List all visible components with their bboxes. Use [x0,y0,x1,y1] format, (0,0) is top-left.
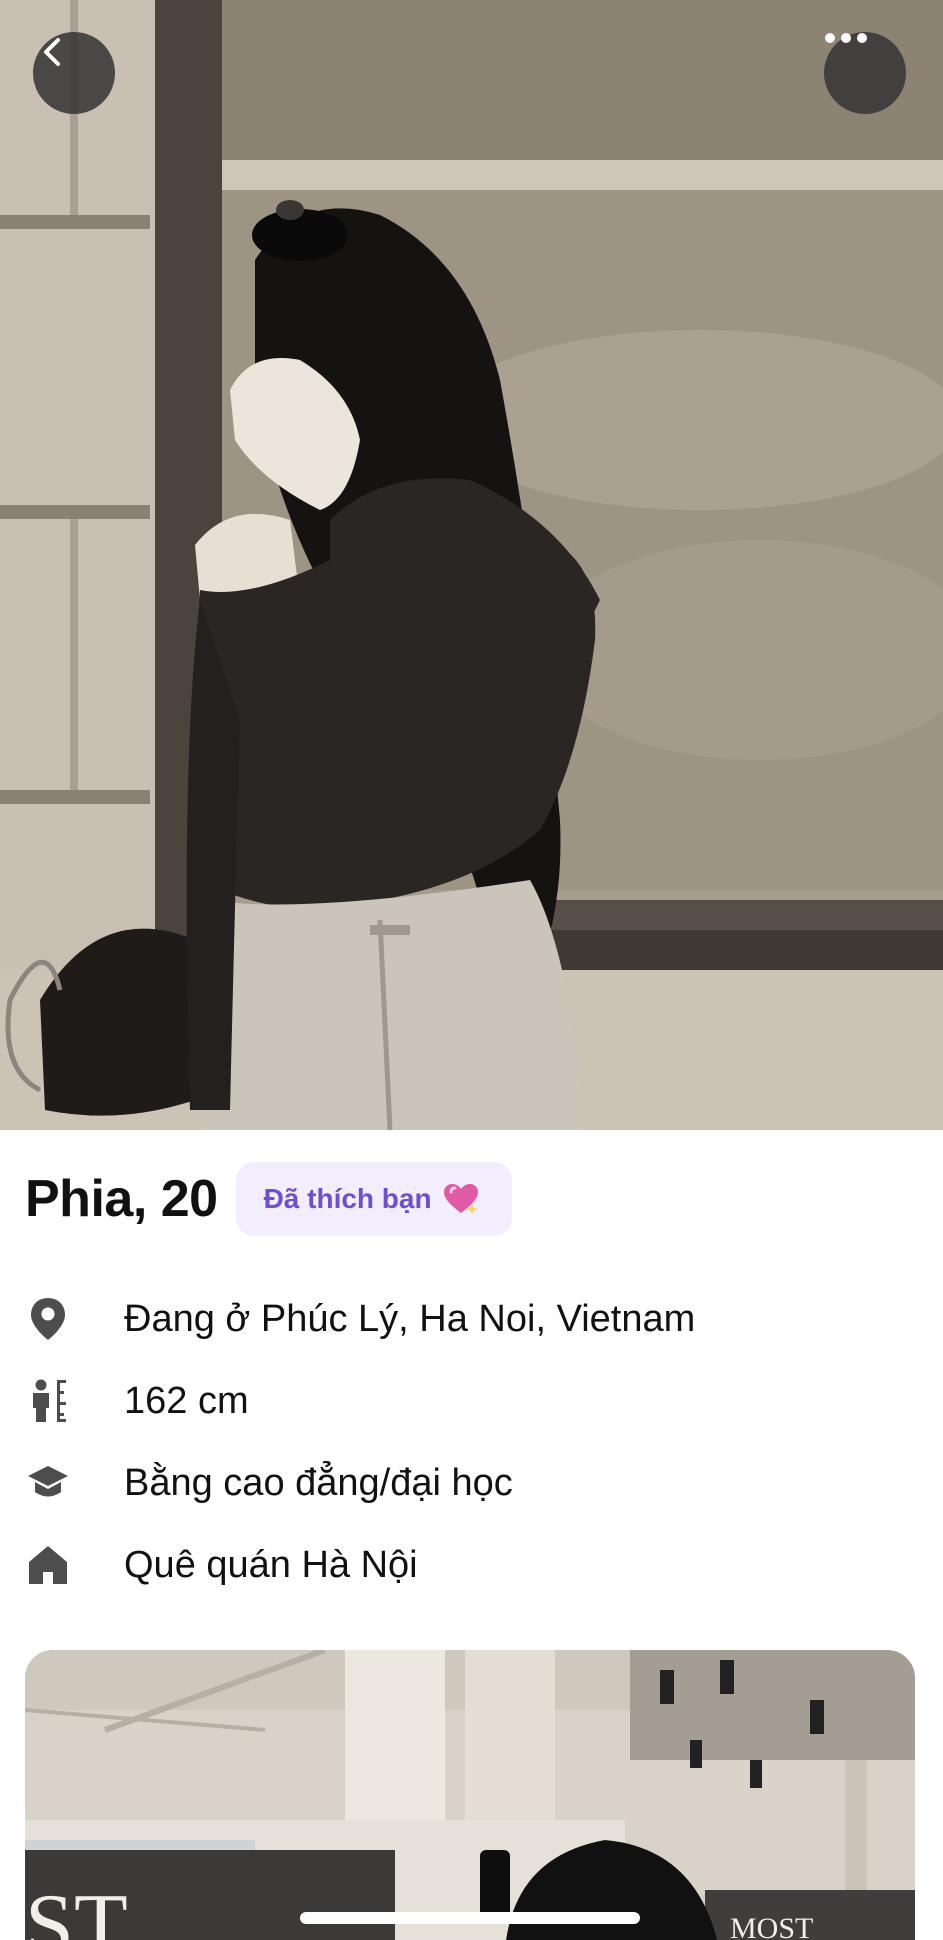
heart-sparkle-icon [443,1184,478,1214]
profile-second-photo[interactable]: ST MOST [25,1650,915,1940]
profile-details: Đang ở Phúc Lý, Ha Noi, Vietnam 162 cm B… [25,1278,905,1606]
detail-hometown: Quê quán Hà Nội [25,1524,905,1606]
profile-name-age: Phia, 20 [25,1170,218,1228]
graduation-cap-icon [25,1460,71,1506]
detail-location: Đang ở Phúc Lý, Ha Noi, Vietnam [25,1278,905,1360]
back-button[interactable] [33,32,115,114]
sign-text-right: MOST [730,1912,814,1940]
detail-education: Bằng cao đẳng/đại học [25,1442,905,1524]
detail-education-text: Bằng cao đẳng/đại học [124,1461,513,1504]
home-icon [25,1542,71,1588]
profile-main-photo[interactable] [0,0,943,1130]
home-indicator[interactable] [300,1912,640,1924]
height-icon [25,1378,71,1424]
more-options-button[interactable] [824,32,906,114]
detail-hometown-text: Quê quán Hà Nội [124,1543,418,1586]
more-horizontal-icon [825,33,867,43]
liked-you-badge: Đã thích bạn [235,1162,512,1236]
liked-you-label: Đã thích bạn [263,1183,432,1214]
photo-illustration [0,0,943,1130]
detail-location-text: Đang ở Phúc Lý, Ha Noi, Vietnam [124,1297,696,1340]
detail-height-text: 162 cm [124,1379,249,1422]
profile-header: Phia, 20 Đã thích bạn [25,1162,512,1236]
location-pin-icon [25,1296,71,1342]
profile-screen: Phia, 20 Đã thích bạn Đang ở Phúc Lý, Ha… [0,0,943,1940]
detail-height: 162 cm [25,1360,905,1442]
photo-illustration [25,1650,915,1940]
chevron-left-icon [44,38,60,66]
sign-text-left: ST [25,1877,128,1940]
